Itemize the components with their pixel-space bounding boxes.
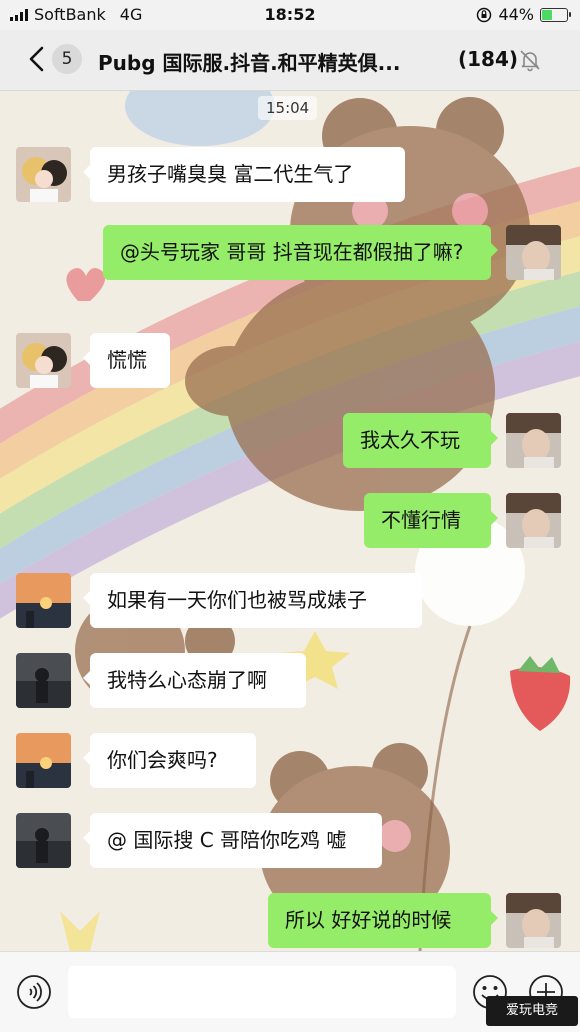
self-avatar[interactable] (506, 493, 561, 548)
battery-percent: 44% (498, 5, 534, 24)
mute-bell-icon (520, 50, 540, 72)
orientation-lock-icon (477, 7, 492, 22)
member-count: (184) (458, 47, 519, 71)
self-avatar[interactable] (506, 225, 561, 280)
message-bubble-incoming[interactable]: 我特么心态崩了啊 (83, 653, 306, 708)
message-bubble-incoming[interactable]: 慌慌 (83, 333, 170, 388)
status-right: 44% (476, 5, 571, 24)
chat-title: Pubg 国际服.抖音.和平精英俱... (98, 51, 401, 75)
message-bubble-outgoing[interactable]: @头号玩家 哥哥 抖音现在都假抽了嘛? (103, 225, 498, 280)
unread-count-badge[interactable]: 5 (52, 44, 82, 74)
girl-avatar[interactable] (16, 333, 71, 388)
battery-icon (540, 7, 571, 22)
voice-input-icon[interactable] (16, 974, 52, 1010)
sunset-avatar[interactable] (16, 733, 71, 788)
back-chevron-icon[interactable] (22, 44, 52, 74)
self-avatar[interactable] (506, 413, 561, 468)
self-avatar[interactable] (506, 893, 561, 948)
watermark-logo: 爱玩电竞 (486, 996, 578, 1026)
sunset-avatar[interactable] (16, 573, 71, 628)
girl-avatar[interactable] (16, 147, 71, 202)
message-text-input[interactable] (68, 966, 456, 1018)
chat-timestamp: 15:04 (258, 96, 318, 120)
message-bubble-incoming[interactable]: 如果有一天你们也被骂成婊子 (83, 573, 422, 628)
chat-header: 5 Pubg 国际服.抖音.和平精英俱... (184) (0, 30, 580, 91)
message-bubble-incoming[interactable]: @ 国际搜 C 哥陪你吃鸡 嘘 (83, 813, 382, 868)
chat-area[interactable]: 15:04 男孩子嘴臭臭 富二代生气了 @头号玩家 哥哥 抖音现在都假抽了嘛? (0, 91, 580, 951)
message-bubble-outgoing[interactable]: 我太久不玩 (343, 413, 498, 468)
status-bar: SoftBank 4G 18:52 44% (0, 0, 580, 30)
dark-avatar[interactable] (16, 813, 71, 868)
message-bubble-incoming[interactable]: 你们会爽吗? (83, 733, 256, 788)
dark-avatar[interactable] (16, 653, 71, 708)
message-bubble-outgoing[interactable]: 不懂行情 (364, 493, 498, 548)
message-bubble-incoming[interactable]: 男孩子嘴臭臭 富二代生气了 (83, 147, 405, 202)
message-bubble-outgoing[interactable]: 所以 好好说的时候 (268, 893, 498, 948)
